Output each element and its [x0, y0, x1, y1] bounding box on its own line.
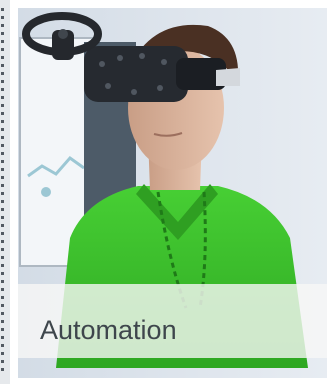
- card-title[interactable]: Automation: [40, 315, 177, 346]
- adjacent-card-edge: [0, 0, 10, 384]
- automation-card[interactable]: Automation: [18, 8, 327, 378]
- vr-controller-icon: [22, 12, 102, 60]
